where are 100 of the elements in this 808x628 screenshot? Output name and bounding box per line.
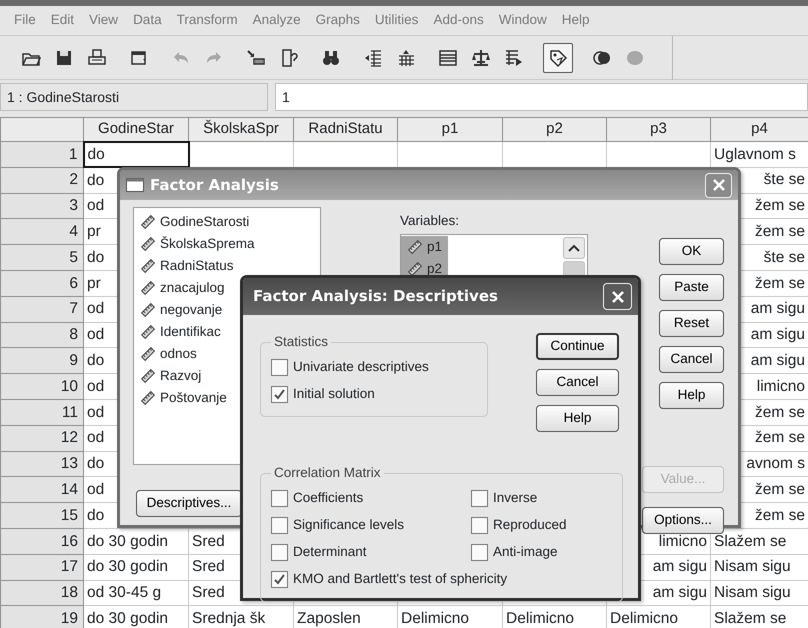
checkbox[interactable]	[471, 544, 488, 561]
cell-value: od	[87, 301, 104, 317]
row-number[interactable]: 13	[0, 451, 84, 477]
list-item[interactable]: odnos	[134, 343, 203, 365]
cell-value-field[interactable]: 1	[275, 83, 808, 111]
cell-reference: 1 : GodineStarosti	[0, 83, 268, 111]
row-number[interactable]: 5	[0, 244, 84, 270]
close-button[interactable]	[603, 283, 632, 310]
cell-value: am sigu	[750, 353, 805, 369]
checkbox[interactable]	[471, 490, 488, 507]
column-header[interactable]: p3	[606, 118, 710, 142]
cell-value: Nisam sigu	[714, 559, 791, 575]
cell-value: Sred	[192, 585, 225, 601]
checkbox[interactable]	[271, 516, 288, 534]
scroll-up-button[interactable]	[563, 237, 585, 260]
dialog-button[interactable]: Paste	[659, 274, 724, 301]
row-number[interactable]: 15	[0, 502, 84, 528]
cell-value: Srednja šk	[192, 610, 266, 626]
cell-value: šte se	[764, 172, 805, 188]
checkbox[interactable]	[271, 570, 288, 588]
cell-value: do	[87, 172, 104, 188]
row-number[interactable]: 8	[0, 322, 84, 348]
cell-value: žem se	[755, 508, 805, 524]
checkbox-label[interactable]: Determinant	[293, 542, 367, 562]
dialog-button[interactable]: Continue	[536, 333, 619, 360]
checkbox-label[interactable]: Anti-image	[493, 542, 558, 562]
cell-value: Uglavnom s	[714, 146, 796, 162]
row-number[interactable]: 16	[0, 528, 84, 554]
group-label: Correlation Matrix	[273, 466, 382, 481]
row-number[interactable]: 14	[0, 476, 84, 503]
checkbox[interactable]	[271, 386, 288, 403]
checkbox[interactable]	[271, 544, 288, 561]
cell-value: pr	[87, 276, 101, 292]
row-number[interactable]: 6	[0, 270, 84, 296]
row-number[interactable]: 10	[0, 374, 84, 400]
cell-value: am sigu	[750, 301, 805, 317]
row-number[interactable]: 3	[0, 193, 84, 219]
checkbox-label[interactable]: Inverse	[493, 488, 538, 508]
checkbox[interactable]	[271, 490, 288, 507]
descriptives-button[interactable]: Descriptives...	[136, 490, 242, 517]
column-header[interactable]: GodineStar	[84, 118, 188, 142]
column-header[interactable]: p2	[502, 118, 606, 142]
list-item[interactable]: ŠkolskaSprema	[134, 233, 261, 255]
cell-value: do	[87, 508, 104, 524]
row-number[interactable]: 11	[0, 399, 84, 426]
dialog-button[interactable]: Cancel	[659, 346, 724, 373]
column-header[interactable]: p4	[710, 118, 808, 142]
checkbox[interactable]	[471, 516, 488, 534]
checkbox-label[interactable]: Significance levels	[293, 515, 404, 536]
cell-value: od	[87, 378, 104, 394]
checkbox-label[interactable]: Coefficients	[293, 488, 364, 508]
printer-icon	[87, 48, 107, 68]
cell-value: žem se	[755, 404, 805, 420]
tag-icon	[548, 48, 568, 68]
window-title: Factor Analysis	[150, 174, 279, 196]
column-header[interactable]: p1	[398, 118, 502, 142]
cell-value: do	[88, 146, 105, 162]
checkbox[interactable]	[271, 358, 288, 376]
cell-value: od	[87, 198, 104, 214]
toolbar-button[interactable]	[543, 42, 573, 72]
dialog-button[interactable]: Help	[536, 405, 619, 432]
list-item[interactable]: znacajulog	[134, 277, 231, 299]
row-number[interactable]: 18	[0, 580, 84, 606]
cell-value: žem se	[755, 276, 805, 292]
list-item[interactable]: negovanje	[134, 299, 228, 321]
row-number[interactable]: 4	[0, 218, 84, 245]
options-button[interactable]: Options...	[642, 507, 724, 534]
dialog-button[interactable]: Cancel	[536, 369, 619, 396]
list-item[interactable]: Razvoj	[134, 365, 208, 387]
row-number[interactable]: 2	[0, 167, 84, 194]
list-item[interactable]: Poštovanje	[134, 387, 233, 409]
checkbox-label[interactable]: Reproduced	[493, 515, 567, 536]
column-header[interactable]: RadniStatu	[294, 118, 398, 142]
list-item[interactable]: RadniStatus	[134, 255, 240, 277]
row-number[interactable]: 9	[0, 348, 84, 374]
row-number[interactable]: 12	[0, 425, 84, 452]
row-number[interactable]: 17	[0, 554, 84, 580]
cell-value: žem se	[755, 430, 805, 446]
dialog-button[interactable]: Reset	[659, 310, 724, 337]
check-icon	[273, 388, 286, 401]
cell-value: Nisam sigu	[714, 585, 791, 601]
cell-value: od 30-45 g	[87, 585, 162, 601]
cell-value: do 30 godin	[87, 534, 168, 550]
list-item[interactable]: GodineStarosti	[134, 211, 256, 233]
cell-value: Slažem se	[714, 534, 786, 550]
cell-value: žem se	[755, 198, 805, 214]
goto-icon	[246, 48, 266, 68]
row-number[interactable]: 7	[0, 296, 84, 322]
cell-value: od	[87, 404, 104, 420]
dialog-button[interactable]: Help	[659, 382, 724, 409]
dialog-button[interactable]: OK	[659, 238, 724, 265]
close-button[interactable]	[705, 172, 732, 198]
list-item[interactable]: Identifikac	[134, 321, 227, 343]
row-number[interactable]: 19	[0, 606, 84, 628]
column-header[interactable]: ŠkolskaSpr	[188, 118, 294, 142]
cell-value: do 30 godin	[87, 559, 168, 575]
list-item[interactable]: p1	[401, 236, 448, 258]
checkbox-label[interactable]: KMO and Bartlett's test of sphericity	[293, 569, 508, 590]
row-number[interactable]: 1	[0, 142, 84, 168]
field-label: Variables:	[400, 212, 460, 230]
